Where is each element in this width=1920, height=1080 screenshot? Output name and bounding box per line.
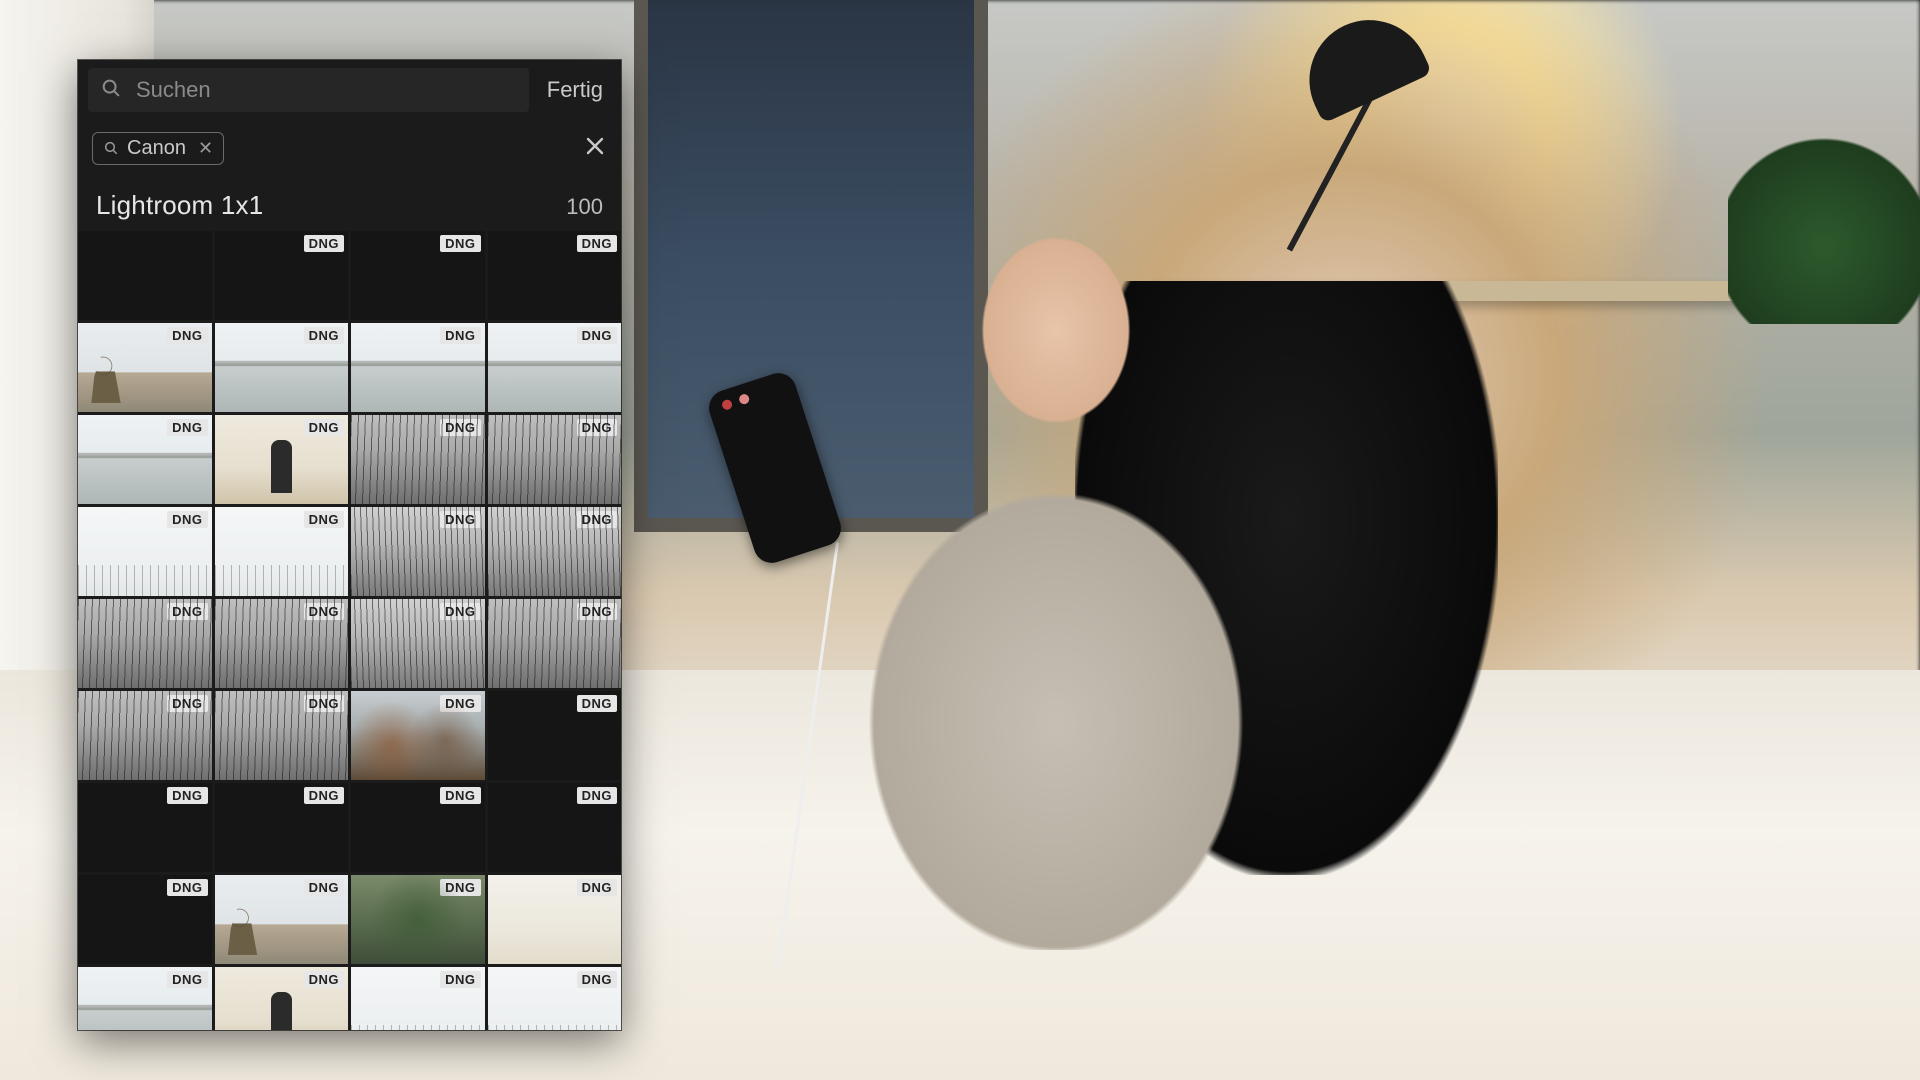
photo-grid[interactable]: DNG DNG DNG DNG DNG DNG DNG DNG DNG DNG DNG DNG DNG D…	[78, 231, 621, 1030]
dng-badge: DNG	[440, 327, 480, 344]
filter-chip-canon[interactable]: Canon ✕	[92, 132, 224, 165]
dng-badge: DNG	[167, 971, 207, 988]
photo-thumbnail[interactable]: DNG	[215, 599, 349, 688]
photo-thumbnail[interactable]: DNG	[215, 323, 349, 412]
photo-thumbnail[interactable]: DNG	[78, 691, 212, 780]
dng-badge: DNG	[304, 419, 344, 436]
dng-badge: DNG	[577, 327, 617, 344]
dng-badge: DNG	[304, 327, 344, 344]
dng-badge: DNG	[440, 695, 480, 712]
dng-badge: DNG	[440, 603, 480, 620]
photo-thumbnail[interactable]: DNG	[488, 415, 622, 504]
photo-thumbnail[interactable]: DNG	[215, 783, 349, 872]
photo-thumbnail[interactable]: DNG	[488, 967, 622, 1030]
album-count: 100	[566, 194, 603, 220]
album-header: Lightroom 1x1 100	[78, 176, 621, 231]
photo-thumbnail[interactable]: DNG	[351, 691, 485, 780]
photo-thumbnail[interactable]: DNG	[78, 967, 212, 1030]
dng-badge: DNG	[577, 235, 617, 252]
dng-badge: DNG	[304, 879, 344, 896]
dng-badge: DNG	[440, 879, 480, 896]
photo-thumbnail[interactable]: DNG	[78, 783, 212, 872]
photo-thumbnail[interactable]: DNG	[488, 691, 622, 780]
dng-badge: DNG	[304, 603, 344, 620]
photo-thumbnail[interactable]: DNG	[215, 415, 349, 504]
bg-person	[730, 194, 1383, 950]
photo-thumbnail[interactable]	[78, 231, 212, 320]
close-filters-button[interactable]	[583, 134, 607, 163]
dng-badge: DNG	[440, 511, 480, 528]
dng-badge: DNG	[304, 971, 344, 988]
photo-thumbnail[interactable]: DNG	[78, 507, 212, 596]
dng-badge: DNG	[167, 327, 207, 344]
album-title: Lightroom 1x1	[96, 190, 263, 221]
photo-thumbnail[interactable]: DNG	[351, 507, 485, 596]
search-icon	[100, 77, 122, 104]
photo-thumbnail[interactable]: DNG	[215, 967, 349, 1030]
done-button[interactable]: Fertig	[539, 77, 611, 103]
dng-badge: DNG	[577, 511, 617, 528]
filter-chip-label: Canon	[127, 137, 186, 160]
photo-thumbnail[interactable]: DNG	[488, 507, 622, 596]
photo-thumbnail[interactable]: DNG	[351, 967, 485, 1030]
dng-badge: DNG	[440, 419, 480, 436]
dng-badge: DNG	[167, 419, 207, 436]
dng-badge: DNG	[577, 971, 617, 988]
photo-thumbnail[interactable]: DNG	[351, 783, 485, 872]
dng-badge: DNG	[304, 511, 344, 528]
dng-badge: DNG	[167, 695, 207, 712]
photo-thumbnail[interactable]: DNG	[488, 875, 622, 964]
photo-thumbnail[interactable]: DNG	[78, 323, 212, 412]
dng-badge: DNG	[167, 511, 207, 528]
photo-thumbnail[interactable]: DNG	[78, 599, 212, 688]
photo-thumbnail[interactable]: DNG	[488, 323, 622, 412]
dng-badge: DNG	[577, 787, 617, 804]
photo-thumbnail[interactable]: DNG	[351, 415, 485, 504]
photo-thumbnail[interactable]: DNG	[215, 231, 349, 320]
dng-badge: DNG	[304, 787, 344, 804]
photo-thumbnail[interactable]: DNG	[488, 599, 622, 688]
bg-plant	[1728, 130, 1920, 324]
photo-thumbnail[interactable]: DNG	[488, 231, 622, 320]
dng-badge: DNG	[577, 603, 617, 620]
dng-badge: DNG	[440, 971, 480, 988]
search-field[interactable]	[88, 68, 529, 112]
dng-badge: DNG	[304, 235, 344, 252]
photo-thumbnail[interactable]: DNG	[78, 415, 212, 504]
filter-row: Canon ✕	[78, 120, 621, 176]
lightroom-search-panel: Fertig Canon ✕ Lightroom 1x1 100 DNGDNGD…	[78, 60, 621, 1030]
photo-thumbnail[interactable]: DNG	[351, 231, 485, 320]
search-input[interactable]	[134, 76, 517, 104]
photo-thumbnail[interactable]: DNG	[215, 691, 349, 780]
dng-badge: DNG	[577, 695, 617, 712]
dng-badge: DNG	[167, 787, 207, 804]
photo-thumbnail[interactable]: DNG	[215, 507, 349, 596]
photo-thumbnail[interactable]: DNG	[351, 323, 485, 412]
photo-thumbnail[interactable]: DNG	[215, 875, 349, 964]
photo-thumbnail[interactable]: DNG	[351, 875, 485, 964]
dng-badge: DNG	[440, 787, 480, 804]
dng-badge: DNG	[167, 879, 207, 896]
photo-thumbnail[interactable]: DNG	[78, 875, 212, 964]
photo-thumbnail[interactable]: DNG	[351, 599, 485, 688]
dng-badge: DNG	[304, 695, 344, 712]
dng-badge: DNG	[167, 603, 207, 620]
search-row: Fertig	[78, 60, 621, 120]
photo-thumbnail[interactable]: DNG	[488, 783, 622, 872]
dng-badge: DNG	[577, 419, 617, 436]
remove-chip-icon[interactable]: ✕	[194, 138, 213, 159]
dng-badge: DNG	[577, 879, 617, 896]
dng-badge: DNG	[440, 235, 480, 252]
